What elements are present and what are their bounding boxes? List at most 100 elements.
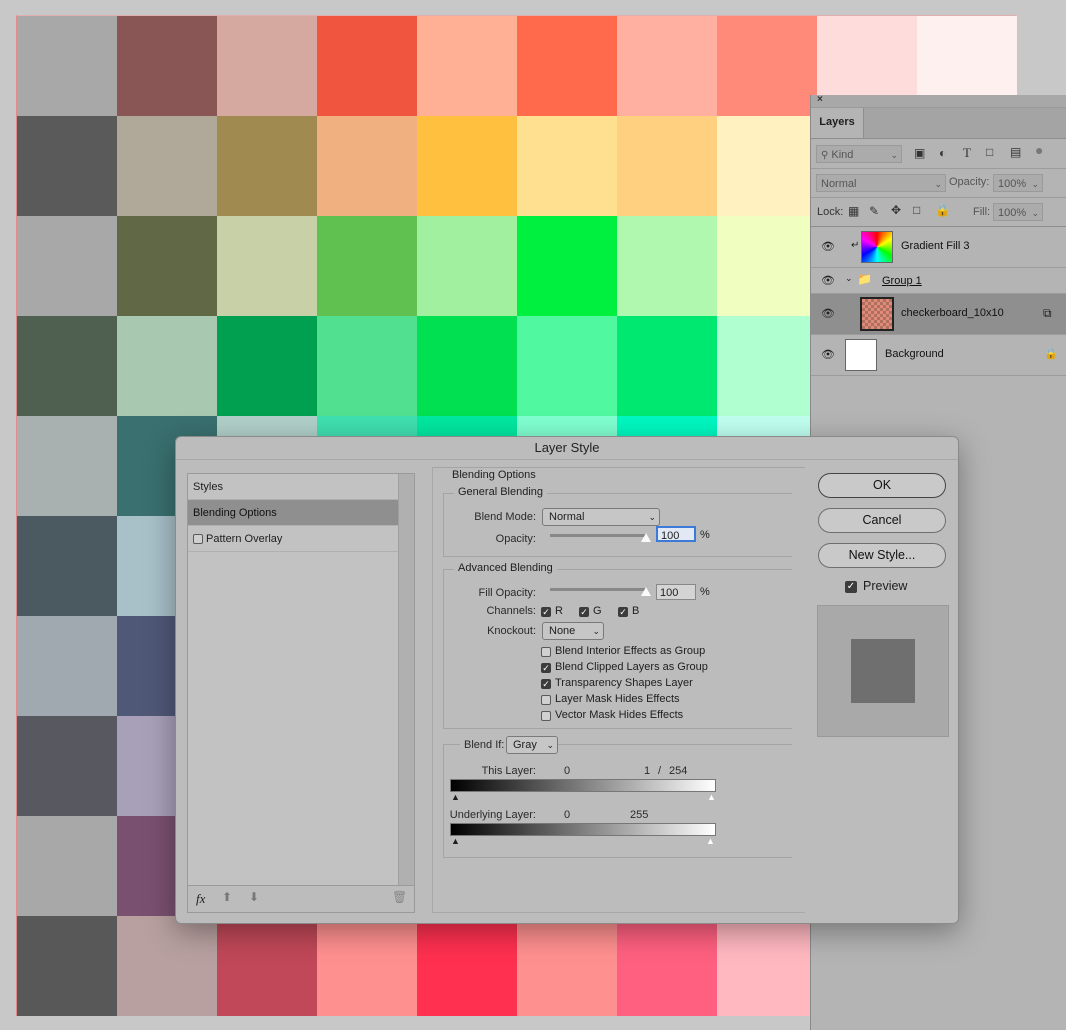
smart-object-icon: ⧉ [1043, 306, 1052, 320]
filter-row: ⚲ Kind ⌄ ▣ ◐ T □ ▤ ● [811, 140, 1066, 169]
layer-row-background[interactable]: 👁 Background 🔒 [811, 335, 1066, 376]
advanced-blending-group: Advanced Blending Fill Opacity: 100 % Ch… [443, 562, 792, 729]
canvas-cell [717, 316, 817, 416]
opacity-input[interactable]: 100 [656, 526, 696, 542]
move-down-icon[interactable]: ⬇ [249, 890, 259, 904]
blend-if-select[interactable]: Gray ⌄ [506, 736, 558, 754]
blend-interior-checkbox[interactable] [541, 647, 551, 657]
transparency-shapes-label: Transparency Shapes Layer [555, 677, 693, 689]
layer-row-gradient-fill[interactable]: 👁 ↵ Gradient Fill 3 [811, 227, 1066, 268]
chevron-down-icon[interactable]: ⌄ [845, 273, 853, 284]
layer-blend-mode-select[interactable]: Normal ⌄ [816, 174, 946, 192]
layer-thumbnail [860, 297, 894, 331]
canvas-cell [17, 916, 117, 1016]
this-layer-gradient[interactable] [450, 779, 716, 792]
fx-button[interactable]: fx [196, 891, 205, 907]
style-item-pattern-overlay[interactable]: Pattern Overlay [188, 526, 398, 552]
cancel-button[interactable]: Cancel [818, 508, 946, 533]
this-layer-black-handle[interactable]: ▲ [451, 792, 460, 802]
canvas-cell [317, 16, 417, 116]
knockout-value: None [549, 625, 576, 637]
styles-scrollbar[interactable] [398, 474, 414, 886]
channel-r-checkbox[interactable]: ✓ [541, 607, 551, 617]
fill-opacity-slider-knob[interactable] [641, 587, 651, 596]
vector-mask-hides-checkbox[interactable] [541, 711, 551, 721]
layer-row-group[interactable]: 👁 ⌄ 📁 Group 1 [811, 268, 1066, 294]
move-up-icon[interactable]: ⬆ [222, 890, 232, 904]
search-icon: ⚲ [821, 150, 829, 161]
layer-mask-hides-checkbox[interactable] [541, 695, 551, 705]
fill-opacity-slider-track[interactable] [550, 588, 646, 591]
layer-opacity-field[interactable]: 100% ⌄ [993, 174, 1043, 192]
chevron-down-icon: ⌄ [648, 512, 656, 522]
underlying-white-handle[interactable]: ▲ [706, 836, 715, 846]
layer-row-checkerboard[interactable]: 👁 checkerboard_10x10 ⧉ [811, 294, 1066, 335]
new-style-button[interactable]: New Style... [818, 543, 946, 568]
underlying-layer-gradient[interactable] [450, 823, 716, 836]
canvas-cell [17, 616, 117, 716]
channel-b-checkbox[interactable]: ✓ [618, 607, 628, 617]
advanced-blending-title: Advanced Blending [454, 562, 557, 574]
styles-header[interactable]: Styles [188, 474, 398, 500]
lock-position-icon[interactable]: ✥ [891, 203, 901, 217]
underlying-black-handle[interactable]: ▲ [451, 836, 460, 846]
eye-icon[interactable]: 👁 [821, 240, 835, 253]
eye-icon[interactable]: 👁 [821, 307, 835, 320]
knockout-label: Knockout: [487, 625, 536, 637]
this-layer-high-value: 254 [669, 765, 688, 777]
blend-clipped-checkbox[interactable]: ✓ [541, 663, 551, 673]
adjustment-layer-filter-icon[interactable]: ◐ [939, 146, 946, 160]
canvas-cell [117, 116, 217, 216]
underlying-high-value: 255 [630, 809, 649, 821]
styles-footer: fx ⬆ ⬇ 🗑 [188, 885, 414, 912]
preview-label: Preview [863, 579, 908, 593]
shape-layer-filter-icon[interactable]: □ [986, 145, 993, 159]
canvas-cell [17, 216, 117, 316]
lock-all-icon[interactable]: 🔒 [935, 203, 950, 217]
close-icon[interactable]: × [817, 94, 823, 105]
lock-transparent-icon[interactable]: ▦ [848, 204, 859, 218]
chevron-down-icon: ⌄ [934, 179, 942, 189]
channel-g-checkbox[interactable]: ✓ [579, 607, 589, 617]
layer-name: Group 1 [882, 275, 922, 287]
blending-options-title: Blending Options [449, 469, 539, 481]
opacity-slider-track[interactable] [550, 534, 646, 537]
blend-clipped-label: Blend Clipped Layers as Group [555, 661, 708, 673]
general-blending-group: General Blending Blend Mode: Normal ⌄ Op… [443, 486, 792, 557]
blend-mode-select[interactable]: Normal ⌄ [542, 508, 660, 526]
pattern-overlay-checkbox[interactable] [193, 534, 203, 544]
canvas-cell [217, 216, 317, 316]
layer-mask-hides-label: Layer Mask Hides Effects [555, 693, 680, 705]
this-layer-white-handle[interactable]: ▲ [707, 792, 716, 802]
tab-layers[interactable]: Layers [811, 108, 864, 138]
canvas-cell [617, 316, 717, 416]
transparency-shapes-checkbox[interactable]: ✓ [541, 679, 551, 689]
kind-filter-label: Kind [831, 149, 854, 161]
smart-object-filter-icon[interactable]: ▤ [1010, 145, 1021, 159]
filter-toggle-icon[interactable]: ● [1035, 142, 1043, 158]
type-layer-filter-icon[interactable]: T [963, 145, 971, 161]
layer-fill-value: 100% [998, 207, 1027, 219]
layer-name: Gradient Fill 3 [901, 240, 970, 252]
knockout-select[interactable]: None ⌄ [542, 622, 604, 640]
eye-icon[interactable]: 👁 [821, 348, 835, 361]
eye-icon[interactable]: 👁 [821, 274, 835, 287]
style-item-blending-options[interactable]: Blending Options [188, 500, 398, 526]
canvas-cell [117, 916, 217, 1016]
trash-icon[interactable]: 🗑 [392, 890, 407, 904]
canvas-cell [417, 216, 517, 316]
lock-artboard-icon[interactable]: □ [913, 203, 920, 217]
kind-filter-select[interactable]: ⚲ Kind ⌄ [816, 145, 902, 163]
preview-checkbox[interactable]: ✓ [845, 581, 857, 593]
layer-fill-field[interactable]: 100% ⌄ [993, 203, 1043, 221]
blend-mode-value: Normal [549, 511, 585, 523]
dialog-title: Layer Style [176, 437, 958, 460]
opacity-slider-knob[interactable] [641, 533, 651, 542]
ok-button[interactable]: OK [818, 473, 946, 498]
canvas-cell [117, 216, 217, 316]
layer-opacity-label: Opacity: [949, 176, 990, 188]
fill-opacity-input[interactable]: 100 [656, 584, 696, 600]
panel-tab-bar: Layers [811, 108, 1066, 139]
pixel-layer-filter-icon[interactable]: ▣ [914, 146, 925, 160]
lock-paint-icon[interactable]: ✎ [869, 204, 879, 218]
